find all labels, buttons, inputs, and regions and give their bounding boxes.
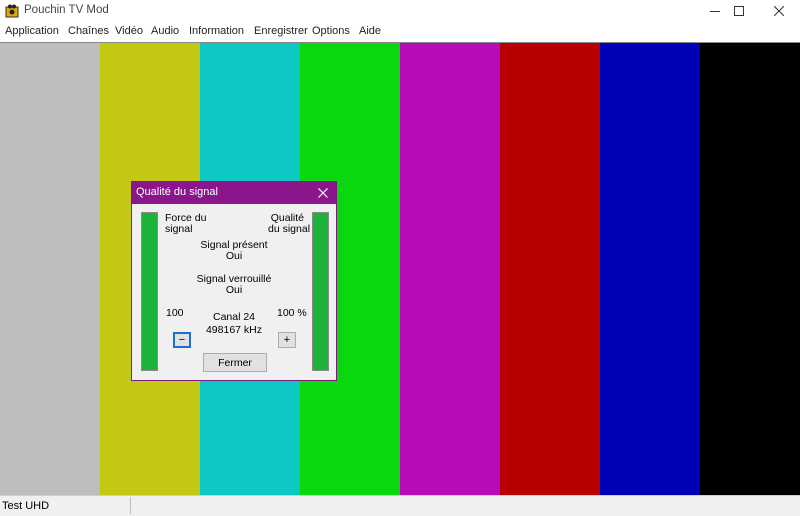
menu-video[interactable]: Vidéo <box>115 25 143 37</box>
maximize-button[interactable] <box>722 0 756 22</box>
channel-label: Canal 24 <box>212 311 256 323</box>
close-icon <box>318 188 328 198</box>
menu-options[interactable]: Options <box>312 25 350 37</box>
fermer-button[interactable]: Fermer <box>203 353 267 372</box>
status-text: Test UHD <box>2 500 50 512</box>
menu-enregistrer[interactable]: Enregistrer <box>254 25 308 37</box>
close-icon <box>774 6 784 16</box>
minimize-icon <box>710 11 720 12</box>
menu-aide[interactable]: Aide <box>359 25 381 37</box>
menu-audio[interactable]: Audio <box>151 25 179 37</box>
dialog-close-button[interactable] <box>314 184 332 202</box>
color-bar-magenta <box>400 43 500 495</box>
status-segment-2 <box>131 497 800 514</box>
menu-bar: Application Chaînes Vidéo Audio Informat… <box>0 22 800 42</box>
decrease-button[interactable]: − <box>173 332 191 348</box>
status-segment-1: Test UHD <box>0 497 131 514</box>
frequency-label: 498167 kHz <box>205 324 263 336</box>
app-logo-icon <box>5 4 19 18</box>
strength-label-line2: signal <box>165 223 193 235</box>
quality-label-line2: du signal <box>268 223 311 235</box>
strength-label: Force du signal <box>165 213 206 235</box>
dialog-title: Qualité du signal <box>136 186 218 198</box>
quality-label: Qualité du signal <box>268 213 311 235</box>
menu-chaines[interactable]: Chaînes <box>68 25 109 37</box>
menu-application[interactable]: Application <box>5 25 59 37</box>
signal-quality-dialog: Qualité du signal Force du signal Qualit… <box>131 181 337 381</box>
color-bar-blue <box>600 43 700 495</box>
signal-present-value: Oui <box>225 250 243 262</box>
signal-locked-value: Oui <box>225 284 243 296</box>
window-title: Pouchin TV Mod <box>24 4 109 16</box>
increase-button[interactable]: + <box>278 332 296 348</box>
dialog-title-bar[interactable]: Qualité du signal <box>132 182 336 204</box>
color-bar-red <box>500 43 600 495</box>
color-bar-gray <box>0 43 100 495</box>
color-bar-black <box>700 43 800 495</box>
video-display[interactable] <box>0 42 800 495</box>
maximize-icon <box>734 6 744 16</box>
title-bar[interactable]: Pouchin TV Mod <box>0 0 800 22</box>
status-bar: Test UHD <box>0 495 800 516</box>
menu-information[interactable]: Information <box>189 25 244 37</box>
close-button[interactable] <box>762 0 796 22</box>
